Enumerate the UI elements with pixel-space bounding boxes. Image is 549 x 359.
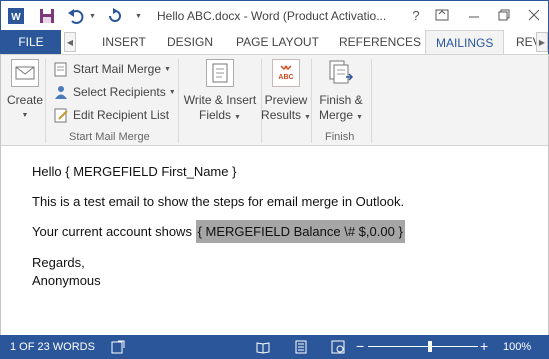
read-mode-icon[interactable] — [256, 340, 270, 354]
undo-icon[interactable] — [67, 7, 85, 25]
tab-references[interactable]: REFERENCES — [339, 35, 421, 49]
finish-label-line2: Merge — [319, 108, 354, 122]
group-divider — [311, 59, 312, 143]
write-insert-fields-button[interactable]: Write & Insert Fields ▼ — [181, 59, 259, 125]
select-recipients-label: Select Recipients — [73, 85, 166, 99]
title-bar: W ▼ ▼ Hello ABC.docx - Word (Product Act… — [0, 0, 549, 30]
create-label: Create — [6, 93, 44, 107]
chevron-down-icon: ▼ — [304, 114, 311, 121]
preview-results-button[interactable]: ABC Preview Results ▼ — [261, 59, 311, 125]
preview-label-line1: Preview — [264, 93, 308, 107]
finish-label-line1: Finish & — [319, 93, 363, 107]
group-divider — [45, 59, 46, 143]
doc-line-balance[interactable]: Your current account shows { MERGEFIELD … — [32, 220, 405, 243]
mail-merge-icon — [53, 61, 69, 77]
chevron-down-icon: ▼ — [356, 114, 363, 121]
minimize-button[interactable] — [463, 5, 485, 25]
tab-design[interactable]: DESIGN — [167, 35, 213, 49]
edit-recipient-list-button[interactable]: Edit Recipient List — [53, 107, 169, 123]
ribbon-display-options-icon[interactable] — [431, 5, 453, 25]
insert-fields-icon — [206, 59, 234, 87]
chevron-down-icon: ▼ — [21, 112, 29, 119]
write-insert-label-line1: Write & Insert — [183, 93, 257, 107]
write-insert-label-line2: Fields — [199, 108, 232, 122]
tabs-scroll-right-icon[interactable]: ▶ — [536, 32, 548, 52]
chevron-down-icon: ▼ — [234, 114, 241, 121]
chevron-down-icon: ▼ — [168, 88, 176, 96]
select-recipients-button[interactable]: Select Recipients ▼ — [53, 84, 176, 100]
finish-line2-wrap: Merge ▼ — [319, 108, 363, 125]
group-divider — [371, 59, 372, 143]
recipients-icon — [53, 84, 69, 100]
group-label-finish: Finish — [325, 131, 355, 143]
balance-prefix-text: Your current account shows — [32, 224, 196, 239]
preview-line2-wrap: Results ▼ — [261, 108, 311, 125]
create-button[interactable]: Create ▼ — [7, 59, 43, 123]
zoom-level[interactable]: 100% — [503, 341, 531, 353]
start-mail-merge-label: Start Mail Merge — [73, 62, 162, 76]
finish-merge-button[interactable]: Finish & Merge ▼ — [314, 59, 368, 125]
edit-list-icon — [53, 107, 69, 123]
tab-insert[interactable]: INSERT — [102, 35, 146, 49]
zoom-out-button[interactable]: − — [356, 338, 364, 354]
status-bar: 1 OF 23 WORDS − + 100% — [0, 335, 549, 359]
web-layout-icon[interactable] — [331, 340, 345, 354]
svg-text:W: W — [11, 12, 21, 23]
print-layout-icon[interactable] — [294, 340, 308, 354]
tab-page-layout[interactable]: PAGE LAYOUT — [236, 35, 319, 49]
preview-icon-text: ABC — [278, 74, 293, 81]
zoom-slider-track[interactable] — [368, 346, 478, 347]
save-icon[interactable] — [39, 7, 55, 25]
envelope-icon — [11, 59, 39, 87]
zoom-slider-thumb[interactable] — [427, 341, 432, 352]
write-insert-line2-wrap: Fields ▼ — [199, 108, 241, 125]
zoom-in-button[interactable]: + — [480, 338, 488, 354]
start-mail-merge-button[interactable]: Start Mail Merge ▼ — [53, 61, 171, 77]
preview-label-line2: Results — [261, 108, 302, 122]
undo-dropdown-icon[interactable]: ▼ — [89, 7, 96, 25]
merge-field-balance[interactable]: { MERGEFIELD Balance \# $,0.00 } — [195, 220, 405, 243]
doc-line-greeting[interactable]: Hello { MERGEFIELD First_Name } — [32, 164, 236, 179]
group-label-start-mail-merge: Start Mail Merge — [69, 131, 150, 143]
document-page[interactable]: Hello { MERGEFIELD First_Name } This is … — [0, 146, 549, 335]
tabs-scroll-left-icon[interactable]: ◀ — [64, 32, 76, 52]
tab-mailings[interactable]: MAILINGS — [425, 30, 505, 55]
word-count[interactable]: 1 OF 23 WORDS — [10, 341, 95, 353]
edit-recipient-list-label: Edit Recipient List — [73, 108, 170, 122]
doc-line-signature[interactable]: Anonymous — [32, 273, 101, 288]
tab-file[interactable]: FILE — [1, 30, 61, 54]
doc-line-body[interactable]: This is a test email to show the steps f… — [32, 194, 404, 209]
chevron-down-icon: ▼ — [164, 65, 171, 73]
customize-qat-icon[interactable]: ▼ — [135, 7, 142, 25]
group-divider — [178, 59, 179, 143]
ribbon-tabs: FILE ◀ INSERT DESIGN PAGE LAYOUT REFEREN… — [0, 30, 549, 55]
finish-merge-icon — [327, 59, 355, 87]
window-title: Hello ABC.docx - Word (Product Activatio… — [157, 9, 387, 23]
tab-review[interactable]: REV — [516, 35, 536, 49]
ribbon-mailings: Create ▼ Start Mail Merge ▼ Select Recip… — [0, 54, 549, 146]
help-button[interactable]: ? — [405, 5, 427, 25]
preview-abc-icon: ABC — [272, 59, 300, 87]
restore-button[interactable] — [493, 5, 515, 25]
proofing-icon[interactable] — [111, 340, 125, 354]
close-button[interactable] — [523, 5, 545, 25]
group-divider — [261, 59, 262, 143]
redo-icon[interactable] — [107, 7, 123, 25]
doc-line-regards[interactable]: Regards, — [32, 255, 85, 270]
word-app-icon[interactable]: W — [7, 7, 25, 25]
